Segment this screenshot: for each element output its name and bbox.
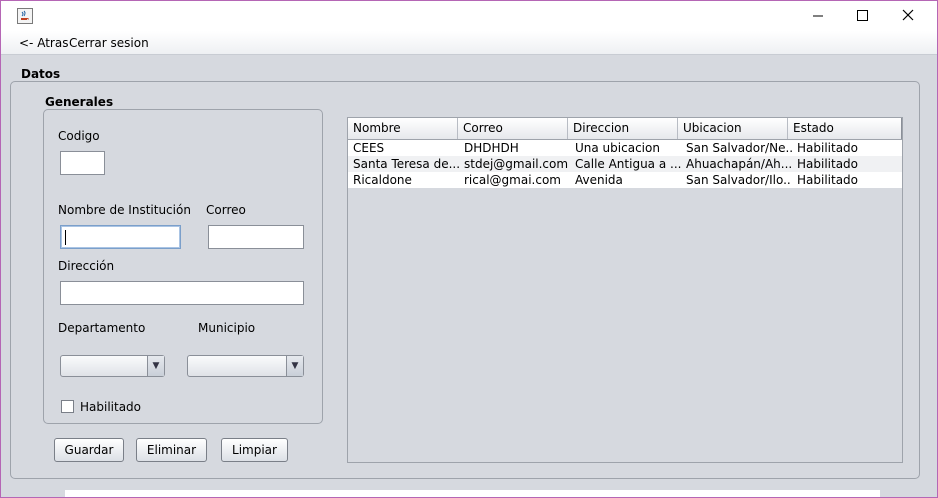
table-cell: Ricaldone xyxy=(353,173,412,187)
table-cell: stdej@gmail.com xyxy=(464,157,569,171)
table-cell: Santa Teresa de... xyxy=(353,157,459,171)
table-cell: Habilitado xyxy=(797,141,859,155)
menu-back[interactable]: <- Atras xyxy=(19,36,68,50)
chevron-down-icon[interactable]: ▼ xyxy=(286,356,303,376)
maximize-button[interactable] xyxy=(840,1,886,31)
column-header-direccion[interactable]: Direccion xyxy=(568,118,678,139)
menu-logout[interactable]: Cerrar sesion xyxy=(69,36,149,50)
table-cell: Una ubicacion xyxy=(575,141,660,155)
table-cell: Ahuachapán/Ah... xyxy=(686,157,792,171)
table-row[interactable]: Santa Teresa de... stdej@gmail.com Calle… xyxy=(348,156,902,172)
bottom-strip xyxy=(65,490,880,497)
table-body: CEES DHDHDH Una ubicacion San Salvador/N… xyxy=(348,140,902,188)
table-header: Nombre Correo Direccion Ubicacion Estado xyxy=(348,118,902,140)
column-header-correo[interactable]: Correo xyxy=(458,118,568,139)
title-bar xyxy=(1,1,937,31)
table-cell: Calle Antigua a ... xyxy=(575,157,681,171)
table-cell: DHDHDH xyxy=(464,141,519,155)
direccion-field[interactable] xyxy=(60,281,304,305)
table-cell: Habilitado xyxy=(797,157,859,171)
codigo-label: Codigo xyxy=(58,129,100,143)
datos-title: Datos xyxy=(21,67,61,81)
table-row[interactable]: CEES DHDHDH Una ubicacion San Salvador/N… xyxy=(348,140,902,156)
habilitado-checkbox[interactable] xyxy=(61,400,74,413)
table-cell: Avenida xyxy=(575,173,623,187)
generales-title: Generales xyxy=(45,95,114,109)
nombre-label: Nombre de Institución xyxy=(58,203,191,217)
close-button[interactable] xyxy=(885,1,931,31)
table-cell: rical@gmai.com xyxy=(464,173,561,187)
table-cell: CEES xyxy=(353,141,385,155)
chevron-down-icon[interactable]: ▼ xyxy=(147,356,164,376)
column-header-ubicacion[interactable]: Ubicacion xyxy=(678,118,788,139)
instituciones-table[interactable]: Nombre Correo Direccion Ubicacion Estado… xyxy=(347,117,903,463)
menu-bar: <- Atras Cerrar sesion xyxy=(1,31,937,55)
column-header-nombre[interactable]: Nombre xyxy=(348,118,458,139)
eliminar-button[interactable]: Eliminar xyxy=(136,438,207,462)
table-cell: Habilitado xyxy=(797,173,859,187)
table-row[interactable]: Ricaldone rical@gmai.com Avenida San Sal… xyxy=(348,172,902,188)
direccion-label: Dirección xyxy=(58,259,115,273)
departamento-label: Departamento xyxy=(58,321,146,335)
text-caret xyxy=(65,230,66,245)
departamento-select[interactable]: ▼ xyxy=(60,355,165,377)
application-window: <- Atras Cerrar sesion Datos Generales C… xyxy=(0,0,938,498)
codigo-field[interactable] xyxy=(60,151,105,175)
table-cell: San Salvador/Ne... xyxy=(686,141,792,155)
guardar-button[interactable]: Guardar xyxy=(54,438,124,462)
column-header-estado[interactable]: Estado xyxy=(788,118,902,139)
nombre-field[interactable] xyxy=(60,225,181,249)
java-coffee-icon xyxy=(17,8,33,24)
municipio-label: Municipio xyxy=(198,321,256,335)
municipio-select[interactable]: ▼ xyxy=(187,355,304,377)
correo-label: Correo xyxy=(206,203,246,217)
minimize-button[interactable] xyxy=(796,1,842,31)
correo-field[interactable] xyxy=(208,225,304,249)
habilitado-label: Habilitado xyxy=(80,400,142,414)
limpiar-button[interactable]: Limpiar xyxy=(221,438,288,462)
table-cell: San Salvador/Ilo... xyxy=(686,173,792,187)
